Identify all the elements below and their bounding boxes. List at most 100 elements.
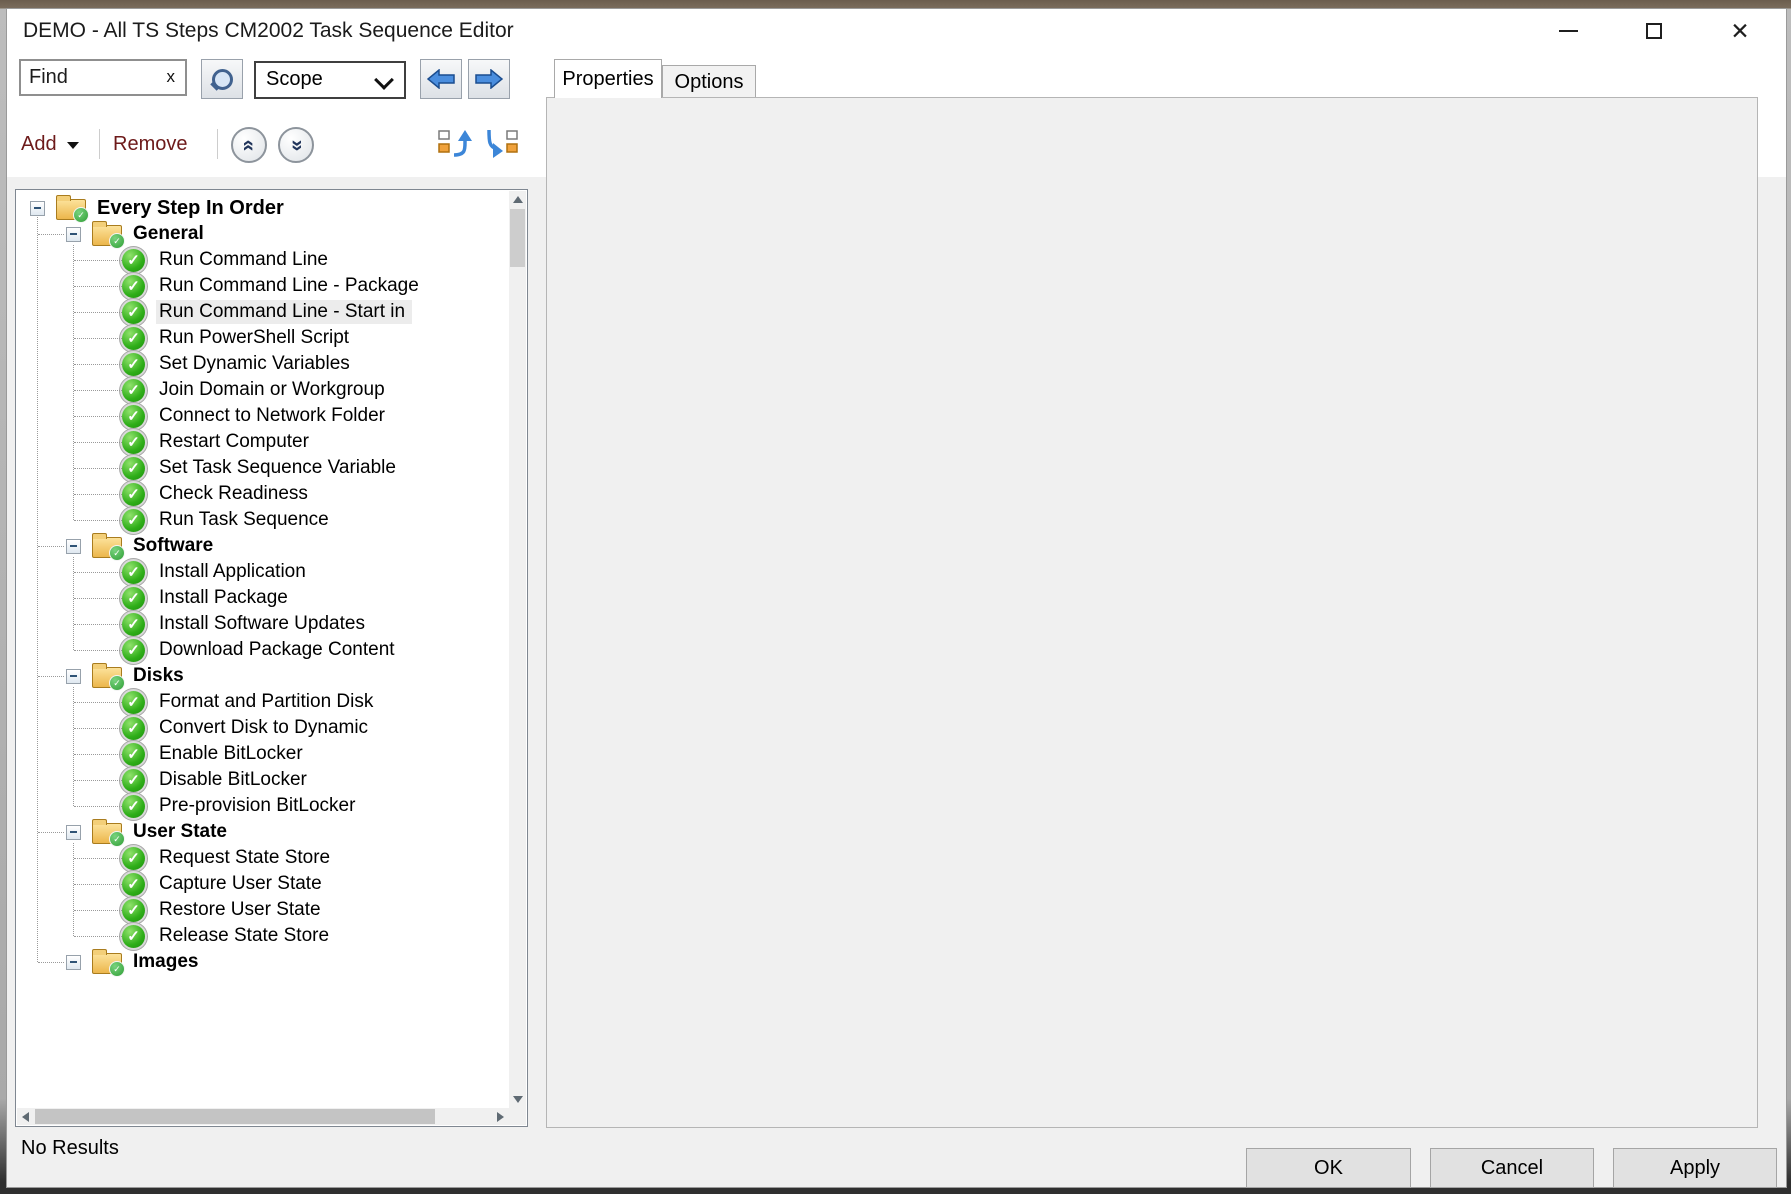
tree-rows: ✓Every Step In Order✓General✓Run Command…	[16, 195, 509, 1108]
maximize-button[interactable]	[1626, 9, 1682, 53]
scroll-left-button[interactable]	[17, 1108, 34, 1125]
step-check-icon: ✓	[122, 275, 145, 298]
step-check-icon: ✓	[122, 847, 145, 870]
tab-options[interactable]: Options	[662, 65, 756, 98]
tree-guide-line	[38, 962, 64, 963]
step-check-icon: ✓	[122, 431, 145, 454]
remove-button[interactable]: Remove	[113, 125, 187, 163]
tree-root-node[interactable]: ✓ Every Step In Order	[16, 195, 509, 221]
tree-guide-line	[74, 468, 122, 469]
find-next-button[interactable]	[468, 59, 510, 99]
tree-node-label: Format and Partition Disk	[156, 690, 380, 714]
clear-find-icon[interactable]: x	[167, 67, 176, 87]
step-check-icon: ✓	[122, 717, 145, 740]
tree-group-node[interactable]: ✓ Disks	[16, 663, 509, 689]
tree-guide-line	[74, 754, 122, 755]
tree-guide-line	[73, 843, 74, 936]
tree-guide-line	[74, 910, 122, 911]
scroll-right-button[interactable]	[492, 1108, 509, 1125]
minimize-button[interactable]	[1540, 9, 1596, 53]
folder-check-icon: ✓	[92, 953, 122, 974]
scrollbar-corner	[509, 1108, 526, 1125]
tree-guide-line	[74, 520, 122, 521]
horizontal-scroll-thumb[interactable]	[35, 1109, 435, 1124]
tree-expander-icon[interactable]	[30, 201, 45, 216]
properties-panel	[546, 97, 1758, 1128]
step-check-icon: ✓	[122, 639, 145, 662]
tree-node-label: Connect to Network Folder	[156, 404, 392, 428]
tree-guide-line	[38, 546, 64, 547]
tree-expander-icon[interactable]	[66, 227, 81, 242]
tree-expander-icon[interactable]	[66, 825, 81, 840]
tree-node-label: General	[130, 222, 211, 246]
tree-expander-icon[interactable]	[66, 955, 81, 970]
tree-guide-line	[38, 832, 64, 833]
step-check-icon: ✓	[122, 795, 145, 818]
tree-vertical-scrollbar[interactable]	[509, 191, 526, 1108]
tree-guide-line	[74, 572, 122, 573]
apply-button[interactable]: Apply	[1613, 1148, 1777, 1188]
ok-button[interactable]: OK	[1246, 1148, 1411, 1188]
tree-group-node[interactable]: ✓Software	[16, 533, 509, 559]
chevron-down-icon	[67, 142, 79, 149]
tree-node-label: Check Readiness	[156, 482, 315, 506]
tree-group-node[interactable]: ✓ General	[16, 221, 509, 247]
toolbar-separator	[99, 129, 100, 159]
tree-guide-line	[74, 650, 122, 651]
cancel-button[interactable]: Cancel	[1430, 1148, 1594, 1188]
tree-guide-line	[74, 390, 122, 391]
folder-check-icon: ✓	[92, 667, 122, 688]
tree-guide-line	[74, 312, 122, 313]
tree-horizontal-scrollbar[interactable]	[17, 1108, 509, 1125]
folder-check-icon: ✓	[92, 823, 122, 844]
tree-guide-line	[74, 936, 122, 937]
move-step-down-button[interactable]: «	[278, 127, 314, 163]
tree-expander-icon[interactable]	[66, 539, 81, 554]
tree-node-label: Disks	[130, 664, 191, 688]
scroll-down-button[interactable]	[509, 1091, 526, 1108]
tree-node-label: Set Dynamic Variables	[156, 352, 357, 376]
add-button[interactable]: Add	[21, 125, 79, 163]
find-previous-button[interactable]	[420, 59, 462, 99]
dialog-window: DEMO - All TS Steps CM2002 Task Sequence…	[6, 8, 1787, 1188]
toolbar-separator	[217, 129, 218, 159]
move-step-up-button[interactable]: «	[231, 127, 267, 163]
step-check-icon: ✓	[122, 327, 145, 350]
tree-node-label: Every Step In Order	[94, 196, 291, 221]
tree-node-label: Install Application	[156, 560, 313, 584]
scroll-up-button[interactable]	[509, 191, 526, 208]
step-check-icon: ✓	[122, 613, 145, 636]
step-check-icon: ✓	[122, 301, 145, 324]
tree-guide-line	[74, 884, 122, 885]
tree-guide-line	[74, 494, 122, 495]
folder-check-icon: ✓	[92, 225, 122, 246]
search-button[interactable]	[201, 59, 243, 99]
step-check-icon: ✓	[122, 509, 145, 532]
tree-node-label: Restore User State	[156, 898, 328, 922]
maximize-icon	[1646, 23, 1662, 39]
tree-expander-icon[interactable]	[66, 669, 81, 684]
expand-all-button[interactable]	[437, 127, 473, 161]
collapse-all-button[interactable]	[483, 127, 519, 161]
window-title: DEMO - All TS Steps CM2002 Task Sequence…	[23, 9, 514, 53]
tree-node-label: User State	[130, 820, 234, 844]
find-input[interactable]: Find x	[19, 59, 187, 96]
step-check-icon: ✓	[122, 353, 145, 376]
double-chevron-up-icon: «	[239, 139, 260, 151]
folder-check-icon: ✓	[56, 199, 86, 220]
scope-dropdown[interactable]: Scope	[254, 61, 406, 99]
close-button[interactable]: ✕	[1712, 9, 1768, 53]
close-icon: ✕	[1730, 20, 1749, 43]
step-check-icon: ✓	[122, 587, 145, 610]
tree-node-label: Request State Store	[156, 846, 337, 870]
tab-properties[interactable]: Properties	[554, 59, 662, 98]
step-check-icon: ✓	[122, 405, 145, 428]
double-chevron-down-icon: «	[286, 139, 307, 151]
step-check-icon: ✓	[122, 743, 145, 766]
vertical-scroll-thumb[interactable]	[510, 209, 525, 267]
expand-list-icon	[437, 127, 473, 161]
tree-group-node[interactable]: ✓Images	[16, 949, 509, 975]
tree-group-node[interactable]: ✓ User State	[16, 819, 509, 845]
add-button-label: Add	[21, 133, 57, 156]
tree-node-label: Download Package Content	[156, 638, 402, 662]
